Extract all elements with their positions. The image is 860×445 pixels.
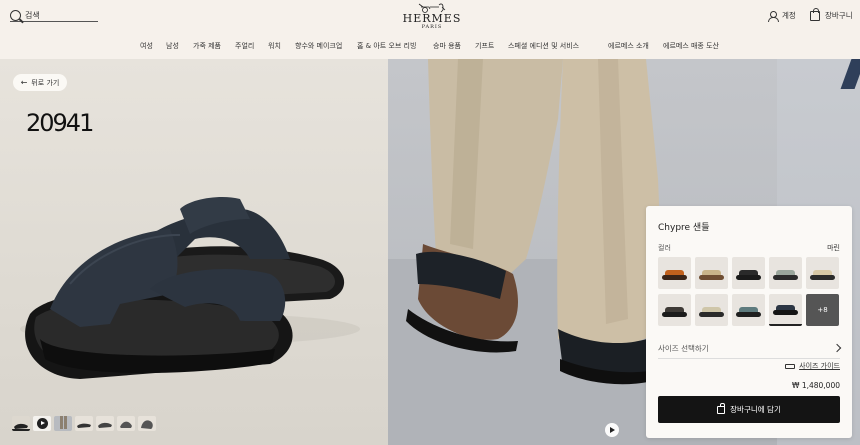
nav-item-home[interactable]: 홈 & 아트 오브 리빙: [357, 41, 416, 51]
search-field[interactable]: 검색: [10, 9, 98, 22]
color-swatch[interactable]: [695, 294, 728, 326]
product-card: Chypre 샌들 컬러 마린 +8 사이즈 선택하기 사이즈 가이드 ₩ 1,…: [646, 206, 852, 438]
color-swatch[interactable]: [658, 294, 691, 326]
add-to-cart-label: 장바구니에 담기: [730, 405, 781, 414]
color-swatches: +8: [658, 257, 840, 326]
color-swatch[interactable]: [658, 257, 691, 289]
thumbnail-7[interactable]: [138, 416, 156, 431]
divider: [658, 358, 840, 359]
nav-item-special-editions[interactable]: 스페셜 에디션 및 서비스: [508, 41, 579, 51]
search-label: 검색: [25, 10, 40, 20]
nav-item-women[interactable]: 여성: [140, 41, 153, 51]
legs-thumb-icon: [60, 416, 67, 429]
thumbnail-1[interactable]: [12, 416, 30, 431]
sandal-thumb-icon: [14, 423, 28, 429]
thumbnail-6[interactable]: [117, 416, 135, 431]
video-play-button[interactable]: [605, 423, 619, 437]
product-price: ₩ 1,480,000: [792, 381, 840, 390]
nav-item-jewelry[interactable]: 주얼리: [235, 41, 254, 51]
color-swatch[interactable]: [769, 257, 802, 289]
size-selector[interactable]: 사이즈 선택하기: [658, 342, 842, 354]
sandal-thumb-icon: [120, 421, 132, 428]
thumbnail-5[interactable]: [96, 416, 114, 431]
user-icon: [768, 10, 779, 22]
main-nav: 여성 남성 가죽 제품 주얼리 워치 향수와 메이크업 홈 & 아트 오브 리빙…: [0, 41, 860, 51]
ruler-icon: [785, 363, 796, 369]
size-guide-label: 사이즈 가이드: [799, 362, 840, 370]
add-to-cart-button[interactable]: 장바구니에 담기: [658, 396, 840, 423]
arrow-left-icon: ←: [20, 78, 28, 87]
color-swatch-selected[interactable]: [769, 294, 802, 326]
product-title: Chypre 샌들: [658, 223, 710, 233]
color-label: 컬러: [658, 244, 671, 252]
account-label: 계정: [782, 11, 796, 20]
chevron-right-icon: [832, 343, 842, 353]
search-icon: [10, 9, 21, 21]
thumbnail-4[interactable]: [75, 416, 93, 431]
sandal-thumb-icon: [98, 422, 112, 428]
size-guide-link[interactable]: 사이즈 가이드: [785, 361, 840, 371]
nav-item-equestrian[interactable]: 승마 용품: [433, 41, 461, 51]
play-icon: [36, 418, 48, 429]
nav-item-watches[interactable]: 워치: [268, 41, 281, 51]
nav-item-maison-dosan[interactable]: 에르메스 매종 도산: [663, 41, 719, 51]
nav-item-about[interactable]: 에르메스 소개: [608, 41, 649, 51]
image-thumbnails: [12, 416, 156, 431]
color-swatch[interactable]: [695, 257, 728, 289]
hermes-logo[interactable]: HERMES PARIS: [400, 2, 464, 32]
back-button[interactable]: ← 뒤로 가기: [13, 74, 67, 91]
shopping-bag-icon: [810, 7, 820, 21]
thumbnail-3[interactable]: [54, 416, 72, 431]
color-swatch[interactable]: [732, 294, 765, 326]
video-thumbnail[interactable]: [33, 416, 51, 431]
selected-color: 마린: [827, 244, 840, 252]
nav-item-men[interactable]: 남성: [166, 41, 179, 51]
color-swatch[interactable]: [806, 257, 839, 289]
nav-item-gifts[interactable]: 기프트: [475, 41, 494, 51]
sandal-thumb-icon: [77, 423, 91, 428]
site-header: 검색 HERMES PARIS 계정 장바구니 여성 남성 가죽 제품 주얼리 …: [0, 0, 860, 58]
shopping-bag-icon: [717, 403, 726, 414]
size-selector-label: 사이즈 선택하기: [658, 343, 709, 353]
nav-item-fragrance[interactable]: 향수와 메이크업: [295, 41, 342, 51]
more-colors-button[interactable]: +8: [806, 294, 839, 326]
account-link[interactable]: 계정: [768, 10, 796, 22]
nav-item-leather-goods[interactable]: 가죽 제품: [193, 41, 221, 51]
color-swatch[interactable]: [732, 257, 765, 289]
cart-link[interactable]: 장바구니: [810, 7, 853, 21]
product-reference-number: 20941: [26, 109, 94, 137]
back-label: 뒤로 가기: [31, 78, 60, 87]
logo-wordmark: HERMES: [402, 12, 462, 25]
cart-label: 장바구니: [825, 11, 853, 20]
sandal-thumb-icon: [141, 420, 153, 429]
